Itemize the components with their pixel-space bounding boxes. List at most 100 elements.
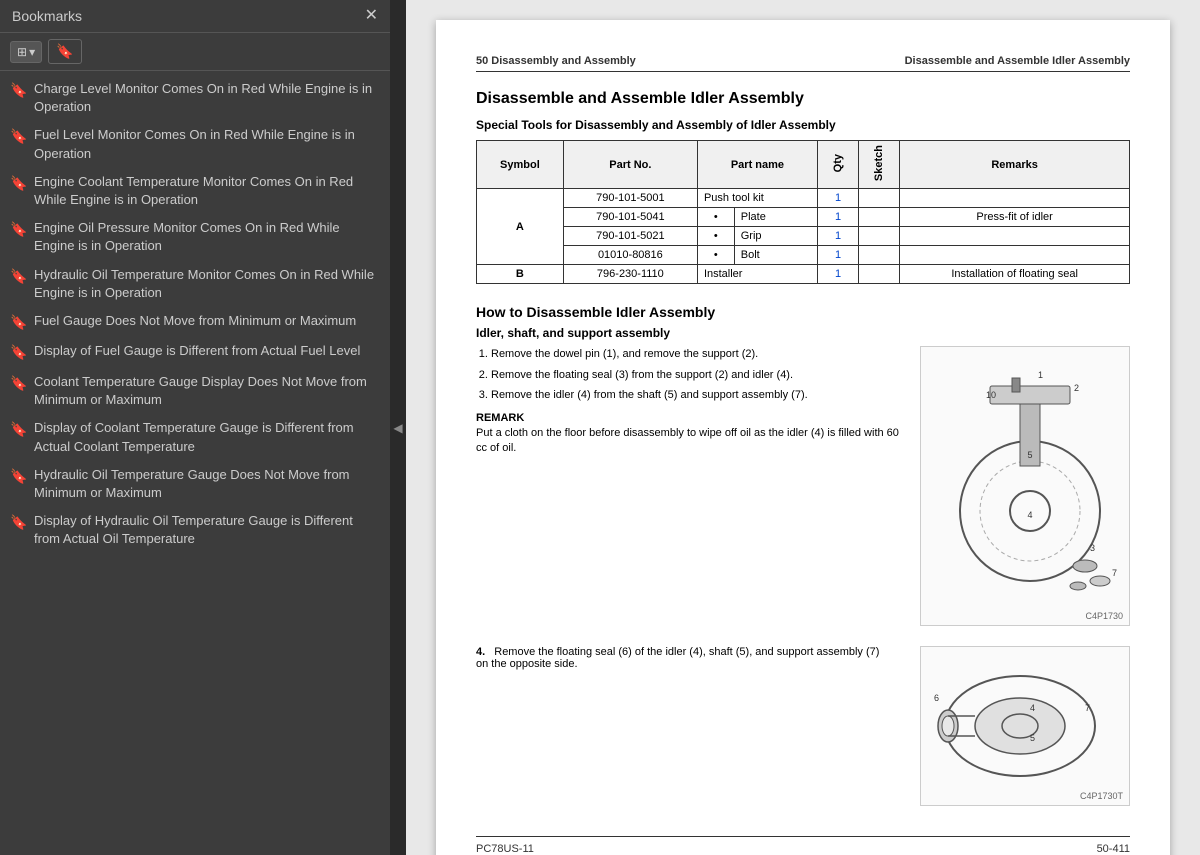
- document-page: 50 Disassembly and Assembly Disassemble …: [436, 20, 1170, 855]
- bookmark-label: Engine Oil Pressure Monitor Comes On in …: [34, 219, 380, 255]
- page-header-right: Disassemble and Assemble Idler Assembly: [905, 55, 1130, 67]
- table-header-symbol: Symbol: [477, 141, 564, 189]
- part-name: Installer: [697, 265, 817, 284]
- list-item[interactable]: 🔖 Display of Hydraulic Oil Temperature G…: [0, 507, 390, 553]
- steps-content: Remove the dowel pin (1), and remove the…: [476, 346, 900, 626]
- idler-diagram-2: 6 4 5 7 C4P1730T: [920, 646, 1130, 806]
- bookmark-add-button[interactable]: 🔖: [48, 39, 81, 64]
- remarks: Installation of floating seal: [900, 265, 1130, 284]
- layout-button[interactable]: ⊞ ▾: [10, 41, 42, 63]
- bookmark-label: Coolant Temperature Gauge Display Does N…: [34, 373, 380, 409]
- remarks: Press-fit of idler: [900, 208, 1130, 227]
- bookmark-icon: 🔖: [10, 127, 26, 147]
- how-to-title: How to Disassemble Idler Assembly: [476, 304, 1130, 320]
- idler-diagram-1: 1 2 3 4 5 7 10 C4P1730: [920, 346, 1130, 626]
- qty: 1: [817, 227, 858, 246]
- list-item[interactable]: 🔖 Display of Fuel Gauge is Different fro…: [0, 337, 390, 368]
- bookmark-icon: 🔖: [56, 43, 73, 59]
- svg-text:6: 6: [934, 693, 939, 703]
- grid-icon: ⊞: [17, 45, 27, 59]
- bookmark-label: Display of Hydraulic Oil Temperature Gau…: [34, 512, 380, 548]
- bookmarks-toolbar: ⊞ ▾ 🔖: [0, 33, 390, 71]
- sketch: [859, 265, 900, 284]
- table-header-remarks: Remarks: [900, 141, 1130, 189]
- parts-table: Symbol Part No. Part name Qty Sketch Rem…: [476, 140, 1130, 284]
- table-row: A 790-101-5001 Push tool kit 1: [477, 189, 1130, 208]
- svg-text:3: 3: [1090, 543, 1095, 553]
- table-header-partname: Part name: [697, 141, 817, 189]
- list-item[interactable]: 🔖 Engine Oil Pressure Monitor Comes On i…: [0, 214, 390, 260]
- page-header-left: 50 Disassembly and Assembly: [476, 55, 636, 67]
- bookmarks-title: Bookmarks: [12, 8, 82, 24]
- sketch: [859, 208, 900, 227]
- list-item[interactable]: 🔖 Engine Coolant Temperature Monitor Com…: [0, 168, 390, 214]
- bookmark-icon: 🔖: [10, 467, 26, 487]
- step-2: Remove the floating seal (3) from the su…: [491, 367, 900, 384]
- bookmark-icon: 🔖: [10, 420, 26, 440]
- remarks: [900, 227, 1130, 246]
- bookmark-label: Engine Coolant Temperature Monitor Comes…: [34, 173, 380, 209]
- chevron-left-icon: ◀: [393, 421, 402, 435]
- part-no: 790-101-5001: [563, 189, 697, 208]
- list-item[interactable]: 🔖 Hydraulic Oil Temperature Monitor Come…: [0, 261, 390, 307]
- remark-label: REMARK: [476, 412, 900, 424]
- remarks: [900, 246, 1130, 265]
- svg-text:4: 4: [1027, 510, 1032, 520]
- sketch: [859, 189, 900, 208]
- bookmark-icon: 🔖: [10, 513, 26, 533]
- sketch: [859, 227, 900, 246]
- qty: 1: [817, 265, 858, 284]
- bookmark-icon: 🔖: [10, 343, 26, 363]
- bookmark-icon: 🔖: [10, 174, 26, 194]
- list-item[interactable]: 🔖 Fuel Gauge Does Not Move from Minimum …: [0, 307, 390, 338]
- qty: 1: [817, 208, 858, 227]
- list-item[interactable]: 🔖 Display of Coolant Temperature Gauge i…: [0, 414, 390, 460]
- page-header: 50 Disassembly and Assembly Disassemble …: [476, 55, 1130, 72]
- symbol-a: A: [477, 189, 564, 265]
- bookmark-label: Charge Level Monitor Comes On in Red Whi…: [34, 80, 380, 116]
- bookmark-icon: 🔖: [10, 267, 26, 287]
- part-no: 796-230-1110: [563, 265, 697, 284]
- document-panel[interactable]: 50 Disassembly and Assembly Disassemble …: [406, 0, 1200, 855]
- table-row: 790-101-5041 • Plate 1 Press-fit of idle…: [477, 208, 1130, 227]
- svg-text:10: 10: [986, 390, 996, 400]
- bookmark-label: Hydraulic Oil Temperature Gauge Does Not…: [34, 466, 380, 502]
- bookmarks-list: 🔖 Charge Level Monitor Comes On in Red W…: [0, 71, 390, 855]
- svg-text:2: 2: [1074, 383, 1079, 393]
- qty: 1: [817, 189, 858, 208]
- dot: •: [697, 208, 734, 227]
- table-header-partno: Part No.: [563, 141, 697, 189]
- dot: •: [697, 246, 734, 265]
- part-no: 790-101-5021: [563, 227, 697, 246]
- bookmark-label: Hydraulic Oil Temperature Monitor Comes …: [34, 266, 380, 302]
- sub-section-title: Idler, shaft, and support assembly: [476, 326, 1130, 340]
- table-row: B 796-230-1110 Installer 1 Installation …: [477, 265, 1130, 284]
- bookmark-label: Fuel Gauge Does Not Move from Minimum or…: [34, 312, 380, 330]
- collapse-panel-button[interactable]: ◀: [390, 0, 406, 855]
- step-1: Remove the dowel pin (1), and remove the…: [491, 346, 900, 363]
- svg-text:5: 5: [1030, 733, 1035, 743]
- part-name: Bolt: [734, 246, 817, 265]
- bookmarks-header: Bookmarks ✕: [0, 0, 390, 33]
- close-button[interactable]: ✕: [365, 8, 378, 24]
- bookmark-icon: 🔖: [10, 313, 26, 333]
- part-name: Push tool kit: [697, 189, 817, 208]
- svg-text:1: 1: [1038, 370, 1043, 380]
- bookmark-label: Display of Coolant Temperature Gauge is …: [34, 419, 380, 455]
- step4-section: 4. Remove the floating seal (6) of the i…: [476, 646, 1130, 806]
- list-item[interactable]: 🔖 Charge Level Monitor Comes On in Red W…: [0, 75, 390, 121]
- page-model: PC78US-11: [476, 843, 534, 855]
- steps-and-image-section: Remove the dowel pin (1), and remove the…: [476, 346, 1130, 626]
- bookmarks-panel: Bookmarks ✕ ⊞ ▾ 🔖 🔖 Charge Level Monitor…: [0, 0, 390, 855]
- image-label-2: C4P1730T: [1080, 791, 1123, 801]
- table-title: Special Tools for Disassembly and Assemb…: [476, 118, 1130, 132]
- idler-diagram-svg: 1 2 3 4 5 7 10: [930, 356, 1120, 616]
- svg-text:7: 7: [1085, 703, 1090, 713]
- svg-text:4: 4: [1030, 703, 1035, 713]
- table-header-sketch: Sketch: [859, 141, 900, 189]
- list-item[interactable]: 🔖 Hydraulic Oil Temperature Gauge Does N…: [0, 461, 390, 507]
- remarks: [900, 189, 1130, 208]
- remark-text: Put a cloth on the floor before disassem…: [476, 426, 900, 457]
- list-item[interactable]: 🔖 Fuel Level Monitor Comes On in Red Whi…: [0, 121, 390, 167]
- list-item[interactable]: 🔖 Coolant Temperature Gauge Display Does…: [0, 368, 390, 414]
